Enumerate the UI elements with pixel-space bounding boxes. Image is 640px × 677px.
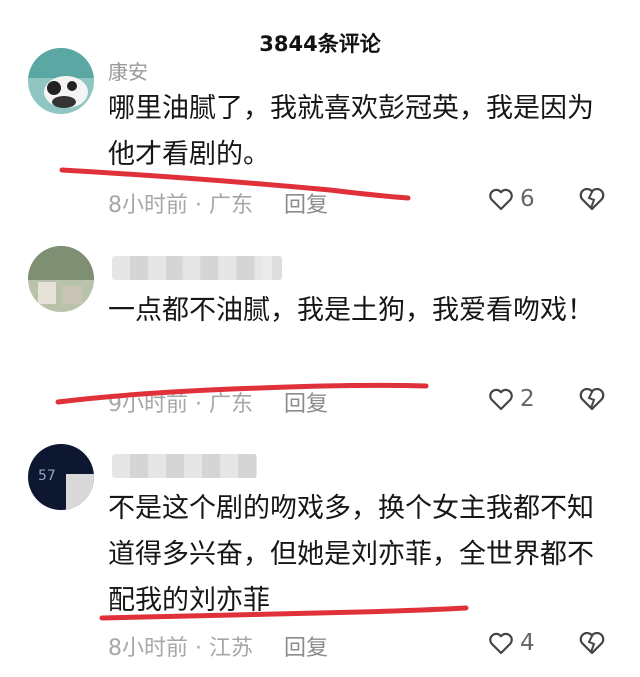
meta-separator: ·: [195, 636, 209, 661]
broken-heart-icon: [579, 631, 605, 655]
dislike-button[interactable]: [578, 630, 606, 660]
heart-outline-icon: [489, 188, 513, 211]
broken-heart-icon: [579, 387, 605, 411]
heart-outline-icon: [489, 388, 513, 411]
dislike-button[interactable]: [578, 386, 606, 416]
comments-header: 3844条评论: [0, 0, 640, 70]
svg-text:57: 57: [38, 468, 56, 484]
comment-meta: 8小时前 · 江苏 回复: [108, 630, 328, 662]
comment-text: 不是这个剧的吻戏多，换个女主我都不知道得多兴奋，但她是刘亦菲，全世界都不配我的刘…: [108, 493, 594, 616]
meta-separator: ·: [195, 392, 209, 417]
comment-time: 8小时前: [108, 636, 188, 661]
comment-location: 广东: [209, 392, 254, 417]
like-button[interactable]: 2: [488, 386, 535, 412]
like-button[interactable]: 4: [488, 630, 535, 656]
meta-separator: ·: [195, 193, 209, 218]
comment-meta: 8小时前 · 广东 回复: [108, 187, 328, 219]
comment-text: 一点都不油腻，我是土狗，我爱看吻戏！: [108, 295, 594, 326]
dislike-button[interactable]: [578, 186, 606, 216]
avatar[interactable]: [28, 246, 94, 312]
like-count: 6: [520, 186, 535, 212]
reply-button[interactable]: 回复: [284, 392, 328, 417]
comment-location: 江苏: [209, 636, 254, 661]
comment-time: 8小时前: [108, 193, 188, 218]
comment-location: 广东: [209, 193, 254, 218]
like-count: 2: [520, 386, 535, 412]
comment-meta: 9小时前 · 广东 回复: [108, 386, 328, 418]
reply-button[interactable]: 回复: [284, 636, 328, 661]
reply-button[interactable]: 回复: [284, 193, 328, 218]
heart-outline-icon: [489, 632, 513, 655]
comment-time: 9小时前: [108, 392, 188, 417]
comment-text: 哪里油腻了，我就喜欢彭冠英，我是因为他才看剧的。: [108, 93, 594, 170]
comment-username[interactable]: 康安: [108, 56, 148, 85]
avatar[interactable]: [28, 48, 94, 114]
broken-heart-icon: [579, 187, 605, 211]
like-count: 4: [520, 630, 535, 656]
like-button[interactable]: 6: [488, 186, 535, 212]
avatar[interactable]: 57: [28, 444, 94, 510]
comment-count-title: 3844条评论: [259, 32, 381, 56]
username-blurred: [182, 256, 282, 280]
username-blurred[interactable]: [112, 454, 257, 478]
